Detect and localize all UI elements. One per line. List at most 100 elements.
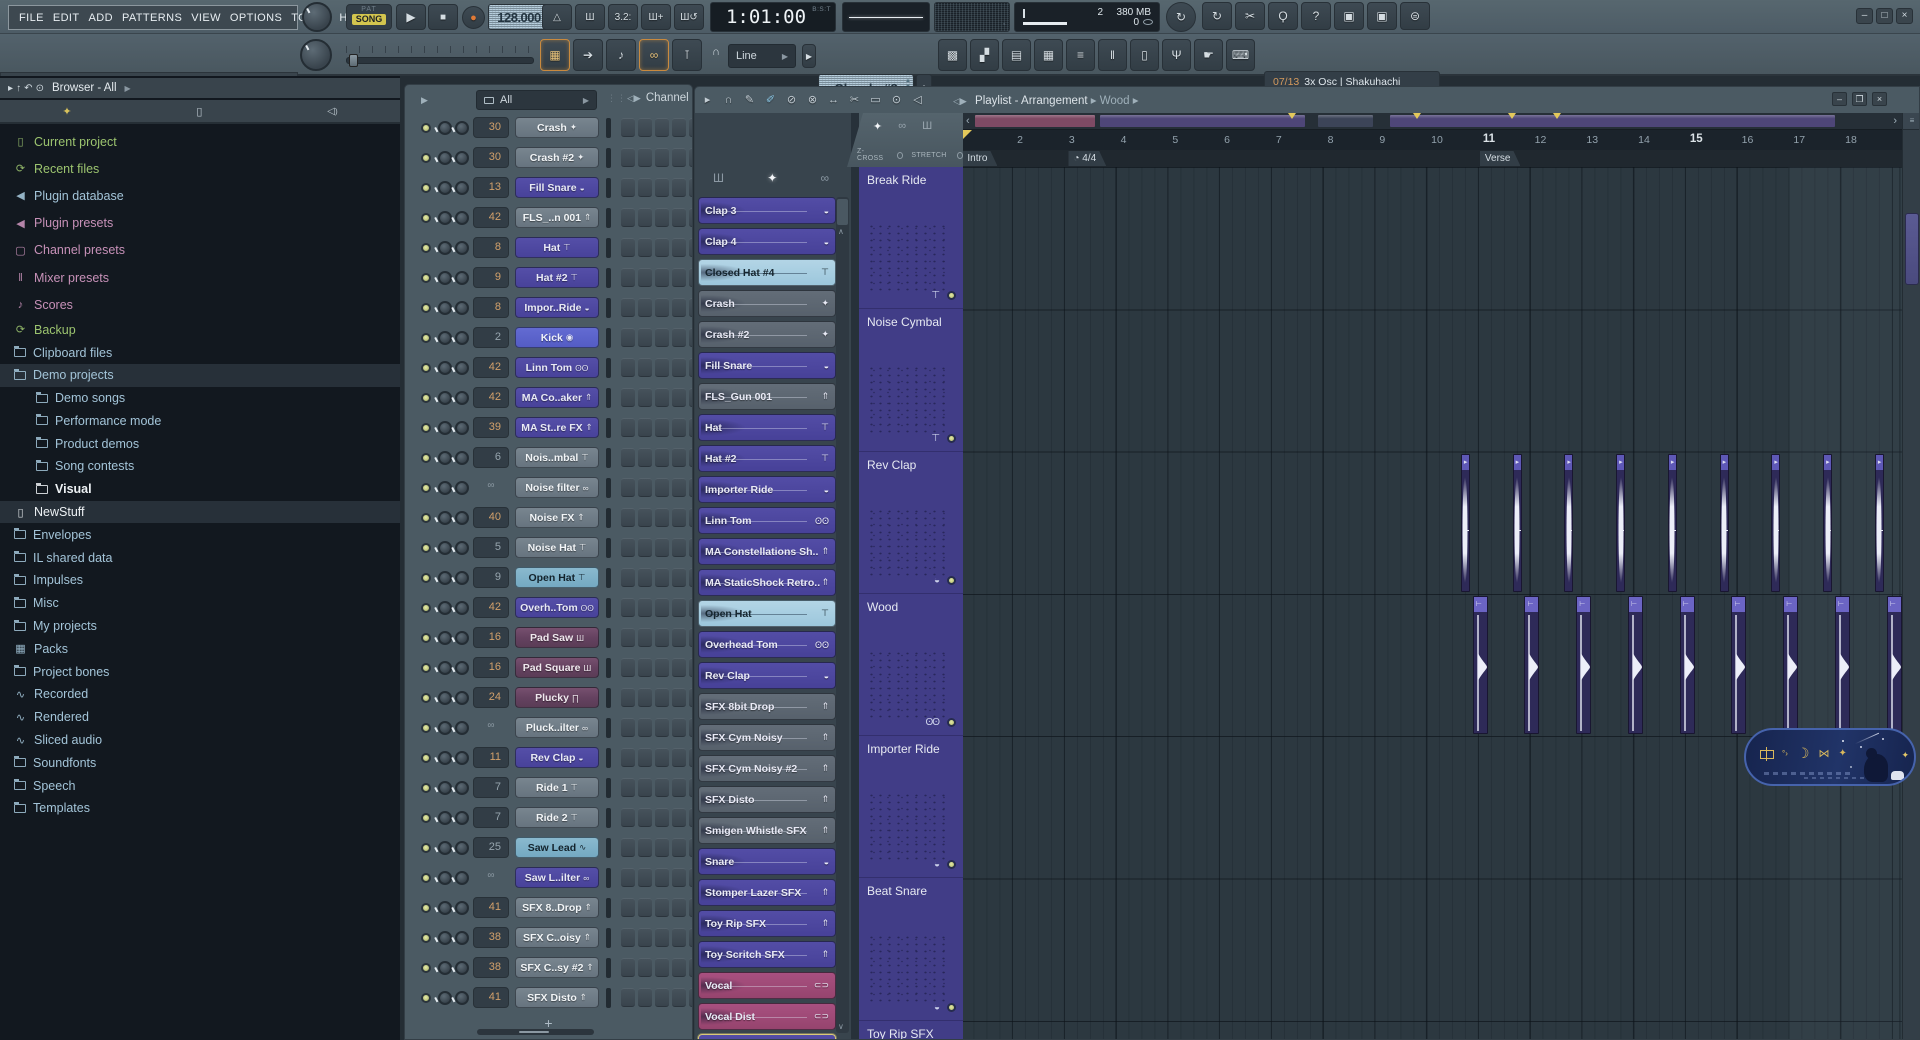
channel-volume-knob[interactable] bbox=[455, 991, 469, 1005]
channel-pan-knob[interactable] bbox=[438, 811, 452, 825]
browser-title[interactable]: Browser - All bbox=[52, 82, 117, 94]
track-header-toy-rip-sfx[interactable]: Toy Rip SFX bbox=[859, 1021, 963, 1040]
track-mute-led[interactable] bbox=[947, 860, 956, 869]
step-cells[interactable] bbox=[621, 178, 693, 197]
track-header-rev-clap[interactable]: Rev Clap ◒ bbox=[859, 452, 963, 594]
playlist-grid[interactable]: ▸▸▸▸▸▸▸▸▸⊢⊢⊢⊢⊢⊢⊢⊢⊢ bbox=[963, 167, 1902, 1040]
step-cells[interactable] bbox=[621, 988, 693, 1007]
track-header-wood[interactable]: Wood ʘʘ bbox=[859, 594, 963, 736]
main-volume-knob[interactable] bbox=[302, 2, 332, 32]
menu-item-patterns[interactable]: PATTERNS bbox=[122, 12, 182, 24]
up-icon[interactable]: ↑ bbox=[16, 83, 21, 94]
channel-enable-led[interactable] bbox=[421, 303, 431, 313]
picker-audio-clip[interactable]: Toy Scritch SFX ⇑ bbox=[698, 941, 836, 968]
browser-item-envelopes[interactable]: Envelopes bbox=[0, 523, 400, 546]
channel-button[interactable]: Overh..Tom ʘʘ bbox=[515, 597, 599, 618]
channel-button[interactable]: Hat ⊤ bbox=[515, 237, 599, 258]
channel-pan-knob[interactable] bbox=[438, 331, 452, 345]
browser-item-newstuff[interactable]: ▯NewStuff bbox=[0, 501, 400, 524]
picker-audio-clip[interactable]: SFX Disto ⇑ bbox=[698, 786, 836, 813]
channel-button[interactable]: Noise FX ⇑ bbox=[515, 507, 599, 528]
channel-mute-strip[interactable] bbox=[606, 538, 611, 558]
mic-button[interactable]: Ϙ bbox=[1268, 2, 1298, 30]
pattern-menu-button[interactable]: ▩ bbox=[938, 39, 967, 71]
channel-button[interactable]: Saw Lead ∿ bbox=[515, 837, 599, 858]
audio-clip-rev-clap[interactable]: ▸ bbox=[1875, 454, 1884, 592]
picker-audio-clip[interactable]: Toy Rip SFX ⇑ bbox=[698, 910, 836, 937]
step-cells[interactable] bbox=[621, 268, 693, 287]
channel-mute-strip[interactable] bbox=[606, 178, 611, 198]
channel-button[interactable]: Pad Saw Ш bbox=[515, 627, 599, 648]
wait-for-input-button[interactable]: Ш bbox=[575, 4, 605, 30]
step-cells[interactable] bbox=[621, 928, 693, 947]
channel-mute-strip[interactable] bbox=[606, 838, 611, 858]
channel-button[interactable]: Noise Hat ⊤ bbox=[515, 537, 599, 558]
zcross-toggle[interactable] bbox=[897, 152, 903, 159]
menu-item-file[interactable]: FILE bbox=[19, 12, 44, 24]
cpu-memory-panel[interactable]: 2 380 MB 0 bbox=[1014, 2, 1160, 32]
picker-audio-clip[interactable]: Stomper Lazer SFX ⇑ bbox=[698, 879, 836, 906]
drag-handle[interactable]: ⋮⋮ bbox=[607, 93, 627, 104]
audio-clip-wood[interactable]: ⊢ bbox=[1576, 596, 1591, 734]
channel-button[interactable]: MA Co..aker ⇑ bbox=[515, 387, 599, 408]
channel-pan-knob[interactable] bbox=[438, 271, 452, 285]
record-button[interactable]: ● bbox=[462, 6, 485, 29]
browser-item-rendered[interactable]: ∿Rendered bbox=[0, 706, 400, 729]
scroll-down-icon[interactable]: ∨ bbox=[838, 1022, 844, 1031]
channel-volume-knob[interactable] bbox=[455, 361, 469, 375]
step-cells[interactable] bbox=[621, 778, 693, 797]
channel-enable-led[interactable] bbox=[421, 183, 431, 193]
channel-pan-knob[interactable] bbox=[438, 451, 452, 465]
picker-audio-clip[interactable]: SFX 8bit Drop ⇑ bbox=[698, 693, 836, 720]
channel-pan-knob[interactable] bbox=[438, 361, 452, 375]
channel-enable-led[interactable] bbox=[421, 753, 431, 763]
channel-mute-strip[interactable] bbox=[606, 658, 611, 678]
snap-selector[interactable]: Line▶ bbox=[728, 44, 796, 68]
expand-icon[interactable]: ▶ bbox=[421, 95, 428, 106]
channel-mute-strip[interactable] bbox=[606, 898, 611, 918]
mixer-track-badge[interactable]: 9 bbox=[473, 267, 509, 288]
select-tool[interactable]: ▭ bbox=[867, 90, 884, 109]
mixer-track-badge[interactable]: ∞ bbox=[473, 717, 509, 738]
channel-mute-strip[interactable] bbox=[606, 358, 611, 378]
audio-clip-rev-clap[interactable]: ▸ bbox=[1720, 454, 1729, 592]
maximize-button[interactable]: □ bbox=[1876, 8, 1893, 24]
track-header-noise-cymbal[interactable]: Noise Cymbal ⊤ bbox=[859, 309, 963, 451]
channel-enable-led[interactable] bbox=[421, 333, 431, 343]
channel-button[interactable]: Plucky ∏ bbox=[515, 687, 599, 708]
marker-4-4[interactable]: ◔ 4/4 bbox=[1068, 151, 1106, 166]
channel-pan-knob[interactable] bbox=[438, 901, 452, 915]
browser-item-visual[interactable]: Visual bbox=[0, 478, 400, 501]
chat-button[interactable]: ⊜ bbox=[1400, 2, 1430, 30]
channel-pan-knob[interactable] bbox=[438, 391, 452, 405]
step-cells[interactable] bbox=[621, 868, 693, 887]
channel-volume-knob[interactable] bbox=[455, 721, 469, 735]
channel-pan-knob[interactable] bbox=[438, 841, 452, 855]
step-cells[interactable] bbox=[621, 478, 693, 497]
menu-item-add[interactable]: ADD bbox=[89, 12, 113, 24]
audio-clip-wood[interactable]: ⊢ bbox=[1524, 596, 1539, 734]
channel-enable-led[interactable] bbox=[421, 633, 431, 643]
audio-clip-rev-clap[interactable]: ▸ bbox=[1564, 454, 1573, 592]
channel-volume-knob[interactable] bbox=[455, 271, 469, 285]
picker-audio-clip[interactable]: Hat #2 ⊤ bbox=[698, 445, 836, 472]
channel-enable-led[interactable] bbox=[421, 363, 431, 373]
mixer-track-badge[interactable]: 24 bbox=[473, 687, 509, 708]
mixer-track-badge[interactable]: 39 bbox=[473, 417, 509, 438]
audio-clip-rev-clap[interactable]: ▸ bbox=[1823, 454, 1832, 592]
track-header-break-ride[interactable]: Break Ride ⊤ bbox=[859, 167, 963, 309]
channel-pan-knob[interactable] bbox=[438, 961, 452, 975]
mixer-track-badge[interactable]: 38 bbox=[473, 957, 509, 978]
mixer-track-badge[interactable]: 11 bbox=[473, 747, 509, 768]
picker-tab-automation[interactable]: ∞ bbox=[820, 171, 829, 185]
playhead-marker[interactable] bbox=[963, 130, 972, 139]
rack-horizontal-scrollbar[interactable] bbox=[477, 1029, 594, 1035]
countdown-button[interactable]: 3.2: bbox=[608, 4, 638, 30]
channel-volume-knob[interactable] bbox=[455, 691, 469, 705]
channel-pan-knob[interactable] bbox=[438, 991, 452, 1005]
picker-audio-clip[interactable]: Vocal Dist ⊂⊃ bbox=[698, 1003, 836, 1030]
picker-audio-clip[interactable]: Overhead Tom ʘʘ bbox=[698, 631, 836, 658]
channel-mute-strip[interactable] bbox=[606, 148, 611, 168]
playlist-navigator[interactable]: ‹ › bbox=[963, 113, 1902, 130]
channel-mute-strip[interactable] bbox=[606, 598, 611, 618]
